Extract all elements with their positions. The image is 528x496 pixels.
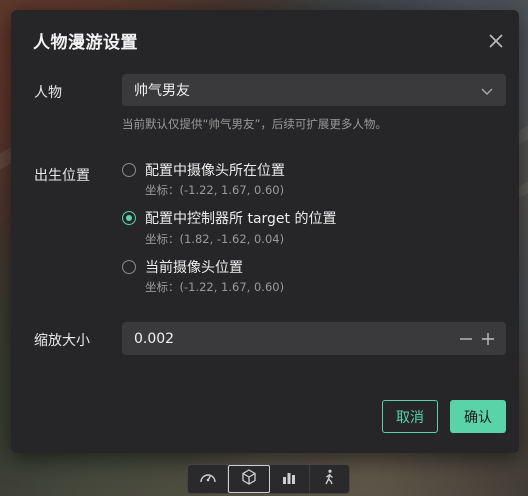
spawn-option-coord: 坐标：(1.82, -1.62, 0.04): [145, 232, 285, 246]
cube-icon: [241, 469, 257, 489]
spawn-option-label: 配置中摄像头所在位置: [145, 163, 285, 179]
radio-button[interactable]: [122, 163, 136, 177]
spawn-option-label: 当前摄像头位置: [145, 260, 243, 276]
close-icon[interactable]: [487, 32, 505, 50]
bottom-toolbar: [187, 464, 350, 494]
scale-number-input[interactable]: 0.002: [122, 322, 506, 355]
character-roaming-dialog: 人物漫游设置 人物 帅气男友 当前默认仅提供“帅气男友”，后续可扩展更多人物。 …: [11, 10, 519, 453]
toolbar-charts[interactable]: [270, 465, 310, 493]
scale-label: 缩放大小: [34, 333, 90, 349]
scale-value[interactable]: 0.002: [134, 331, 452, 347]
radio-button-checked[interactable]: [122, 211, 136, 225]
minus-icon[interactable]: [458, 331, 474, 347]
spawn-position-label: 出生位置: [34, 168, 90, 184]
plus-icon[interactable]: [480, 331, 496, 347]
cancel-button[interactable]: 取消: [382, 400, 438, 433]
chevron-down-icon: [480, 83, 494, 97]
dashboard-icon: [199, 469, 217, 489]
character-select[interactable]: 帅气男友: [122, 74, 506, 106]
toolbar-dashboard[interactable]: [188, 465, 229, 493]
confirm-button[interactable]: 确认: [450, 400, 506, 433]
character-hint: 当前默认仅提供“帅气男友”，后续可扩展更多人物。: [122, 117, 387, 131]
spawn-option-current-camera[interactable]: 当前摄像头位置: [122, 257, 243, 277]
character-label: 人物: [34, 85, 62, 101]
walk-icon: [322, 469, 336, 489]
toolbar-character-roam[interactable]: [310, 465, 349, 493]
spawn-option-controller-target[interactable]: 配置中控制器所 target 的位置: [122, 208, 336, 228]
spawn-option-config-camera[interactable]: 配置中摄像头所在位置: [122, 160, 285, 180]
spawn-option-coord: 坐标：(-1.22, 1.67, 0.60): [145, 280, 285, 294]
character-select-value: 帅气男友: [134, 83, 190, 99]
toolbar-3d-view[interactable]: [228, 465, 270, 493]
spawn-option-coord: 坐标：(-1.22, 1.67, 0.60): [145, 183, 285, 197]
radio-button[interactable]: [122, 260, 136, 274]
bar-chart-icon: [281, 470, 297, 489]
dialog-title: 人物漫游设置: [33, 33, 138, 53]
spawn-option-label: 配置中控制器所 target 的位置: [145, 211, 337, 227]
